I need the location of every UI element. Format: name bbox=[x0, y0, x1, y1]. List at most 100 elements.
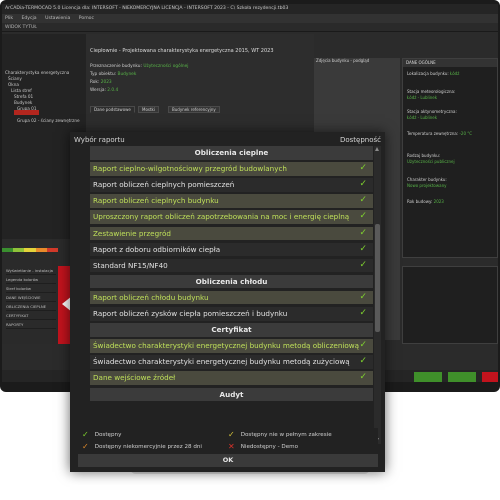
report-item-label: Świadectwo charakterystyki energetycznej… bbox=[93, 357, 350, 367]
menu-item-plik[interactable]: Plik bbox=[5, 16, 13, 21]
report-item-label: Raport obliczeń zysków ciepła pomieszcze… bbox=[93, 309, 288, 318]
report-list[interactable]: Obliczenia cieplne Raport cieplno-wilgotn… bbox=[90, 146, 380, 444]
form-row-value[interactable]: Użyteczności ogólnej bbox=[143, 64, 188, 69]
info-value: Łódź - Lublinek bbox=[407, 115, 438, 120]
info-value: -20 °C bbox=[459, 131, 473, 136]
report-item-label: Raport obliczeń cieplnych pomieszczeń bbox=[93, 180, 235, 190]
project-form-panel: Ciepłownie - Projektowana charakterystyk… bbox=[86, 34, 314, 139]
general-data-panel: DANE OGÓLNE Lokalizacja budynku: Łódź St… bbox=[402, 58, 498, 258]
section-header: Obliczenia cieplne bbox=[90, 146, 373, 160]
info-row: Charakter budynku: bbox=[407, 177, 447, 182]
menu-item-pomoc[interactable]: Pomoc bbox=[79, 16, 94, 21]
tool-item[interactable]: RAPORTY bbox=[6, 320, 56, 329]
report-item[interactable]: Świadectwo charakterystyki energetycznej… bbox=[90, 339, 373, 353]
form-row-value[interactable]: 2.0.4 bbox=[107, 88, 118, 93]
section-header: Audyt bbox=[90, 387, 373, 401]
tab-mostki[interactable]: Mostki bbox=[138, 106, 159, 113]
form-row-label: Przeznaczenie budynku: bbox=[90, 64, 142, 69]
report-item[interactable]: Raport obliczeń zysków ciepła pomieszcze… bbox=[90, 307, 373, 321]
scroll-up-icon[interactable] bbox=[375, 147, 379, 151]
check-icon: ✓ bbox=[359, 356, 367, 367]
legend-unavailable: ✕ Niedostępny - Demo bbox=[228, 442, 298, 451]
info-label: Temperatura zewnętrzna: bbox=[407, 131, 459, 136]
tree-item[interactable]: Budynek bbox=[14, 100, 32, 105]
check-icon: ✓ bbox=[359, 372, 367, 383]
menu-item-ustawienia[interactable]: Ustawienia bbox=[45, 16, 70, 21]
report-item-label: Dane wejściowe źródeł bbox=[93, 373, 176, 383]
tool-item[interactable]: CERTYFIKAT bbox=[6, 311, 56, 320]
tree-item[interactable]: Grupa 02 - ściany zewnętrzne bbox=[17, 118, 80, 123]
report-item-label: Raport obliczeń cieplnych budynku bbox=[93, 196, 219, 206]
tree-item[interactable]: Ściany bbox=[8, 76, 22, 81]
check-icon: ✓ bbox=[359, 243, 367, 254]
menu-bar: Plik Edycja Ustawienia Pomoc bbox=[2, 14, 498, 23]
close-button[interactable] bbox=[482, 372, 498, 382]
check-icon: ✓ bbox=[359, 291, 367, 302]
ok-button[interactable]: OK bbox=[78, 454, 378, 467]
tool-item[interactable]: Stref kolorów bbox=[6, 284, 56, 293]
scrollbar[interactable] bbox=[374, 146, 381, 444]
scrollbar-thumb[interactable] bbox=[375, 224, 380, 332]
report-selection-dialog: Wybór raportu Dostępność Obliczenia ciep… bbox=[70, 132, 385, 472]
form-row-value[interactable]: Budynek bbox=[118, 72, 137, 77]
preview-header: Zdjęcia budynku - podgląd bbox=[316, 58, 370, 63]
form-row: Wersja: 2.0.4 bbox=[90, 88, 118, 93]
report-item[interactable]: Standard NF15/NF40 ✓ bbox=[90, 258, 373, 273]
report-item[interactable]: Świadectwo charakterystyki energetycznej… bbox=[90, 355, 373, 369]
legend-label: Niedostępny - Demo bbox=[240, 444, 299, 450]
tool-item[interactable]: OBLICZENIA CIEPLNE bbox=[6, 302, 56, 311]
form-row: Typ obiektu: Budynek bbox=[90, 72, 136, 77]
menu-item-edycja[interactable]: Edycja bbox=[21, 16, 36, 21]
info-row: Temperatura zewnętrzna: -20 °C bbox=[407, 131, 472, 136]
info-row: Użyteczności publicznej bbox=[407, 159, 455, 164]
legend-label: Dostępny niekomercyjnie przez 28 dni bbox=[94, 444, 202, 450]
tree-selection-highlight bbox=[14, 110, 39, 115]
report-item[interactable]: Uproszczony raport obliczeń zapotrzebowa… bbox=[90, 210, 373, 224]
window-title: ArCADia-TERMOCAD 5.0 Licencja dla: INTER… bbox=[2, 4, 498, 14]
dialog-title: Wybór raportu bbox=[74, 136, 125, 144]
tool-item[interactable]: Wyświetlanie - instalacja bbox=[6, 266, 56, 275]
tool-item[interactable]: Legenda kolorów bbox=[6, 275, 56, 284]
form-row-value[interactable]: 2023 bbox=[101, 80, 112, 85]
report-item[interactable]: Raport z doboru odbiorników ciepła ✓ bbox=[90, 242, 373, 257]
report-item-label: Zestawienie przegród bbox=[93, 228, 171, 238]
report-item[interactable]: Zestawienie przegród ✓ bbox=[90, 226, 373, 240]
form-row-label: Wersja: bbox=[90, 88, 106, 93]
legend-label: Dostępny nie w pełnym zakresie bbox=[240, 432, 332, 438]
form-row: Rok: 2023 bbox=[90, 80, 112, 85]
info-value: Nowo projektowany bbox=[407, 183, 447, 188]
check-icon: ✓ bbox=[359, 259, 367, 270]
tool-item[interactable]: DANE WEJŚCIOWE bbox=[6, 293, 56, 302]
availability-legend: ✓ Dostępny ✓ Dostępny nie w pełnym zakresi… bbox=[78, 428, 378, 454]
check-partial-icon: ✓ bbox=[228, 430, 235, 439]
stage: ArCADia-TERMOCAD 5.0 Licencja dla: INTER… bbox=[0, 0, 500, 500]
report-item-label: Świadectwo charakterystyki energetycznej… bbox=[93, 341, 360, 351]
check-icon: ✓ bbox=[359, 340, 367, 351]
report-item[interactable]: Raport obliczeń cieplnych budynku ✓ bbox=[90, 194, 373, 208]
export-button[interactable] bbox=[414, 372, 442, 382]
info-row: Łódź - Lublinek bbox=[407, 95, 437, 100]
info-row: Stacja aktynometryczna: bbox=[407, 109, 457, 114]
report-item[interactable]: Raport cieplno-wilgotnościowy przegród b… bbox=[90, 162, 373, 176]
legend-label: Dostępny bbox=[94, 432, 122, 438]
tree-item[interactable]: Okna bbox=[8, 82, 19, 87]
report-item[interactable]: Raport obliczeń chłodu budynku ✓ bbox=[90, 290, 373, 305]
tree-item[interactable]: Strefa 01 bbox=[14, 94, 33, 99]
info-value: Łódź - Lublinek bbox=[407, 95, 438, 100]
save-button[interactable] bbox=[448, 372, 476, 382]
section-header: Obliczenia chłodu bbox=[90, 274, 373, 289]
tree-item[interactable]: Lista stref bbox=[11, 88, 32, 93]
check-icon: ✓ bbox=[359, 195, 367, 206]
report-item[interactable]: Raport obliczeń cieplnych pomieszczeń ✓ bbox=[90, 178, 373, 192]
info-value: Łódź bbox=[449, 71, 460, 76]
tree-item[interactable]: Charakterystyka energetyczna bbox=[5, 70, 69, 75]
info-row: Nowo projektowany bbox=[407, 183, 447, 188]
tab-dane-podstawowe[interactable]: Dane podstawowe bbox=[90, 106, 135, 113]
view-title-bar: WIDOK TYTUŁ bbox=[2, 23, 498, 32]
check-icon: ✓ bbox=[359, 211, 367, 222]
info-value: Użyteczności publicznej bbox=[407, 159, 455, 164]
info-label: Stacja meteorologiczna: bbox=[407, 89, 456, 94]
report-item[interactable]: Dane wejściowe źródeł ✓ bbox=[90, 371, 373, 385]
tab-budynek-referencyjny[interactable]: Budynek referencyjny bbox=[168, 106, 220, 113]
check-icon: ✓ bbox=[82, 430, 89, 439]
